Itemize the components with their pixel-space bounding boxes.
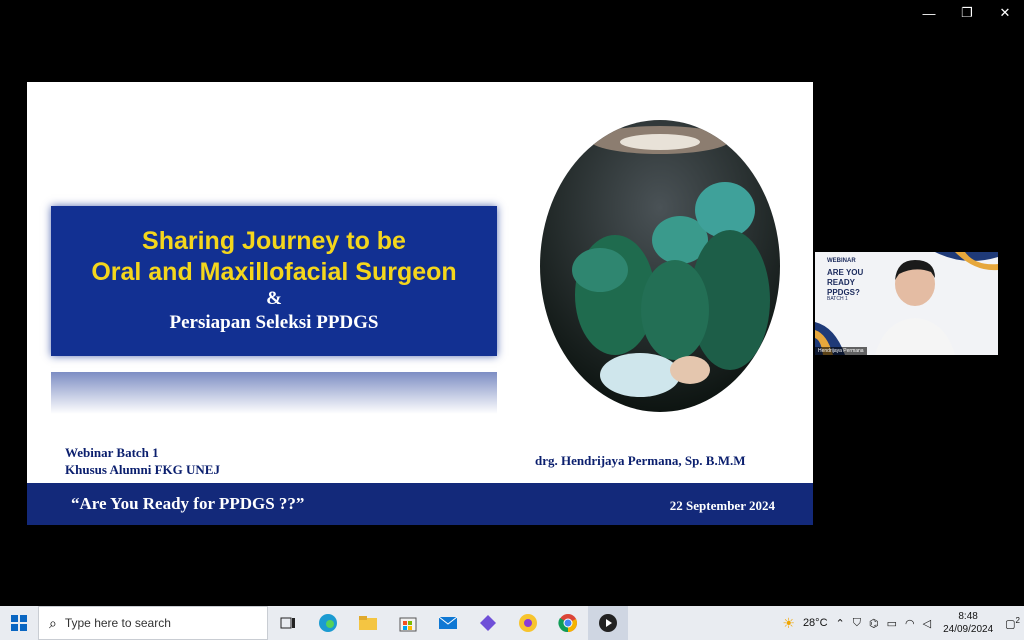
participant-video[interactable]: WEBINAR ARE YOU READY PPDGS? BATCH 1 Hen…: [815, 252, 998, 355]
chrome-icon[interactable]: [548, 606, 588, 640]
video-batch: BATCH 1: [827, 296, 848, 302]
alumni-line: Khusus Alumni FKG UNEJ: [65, 462, 220, 477]
presentation-slide: Sharing Journey to be Oral and Maxillofa…: [27, 82, 813, 525]
weather-icon[interactable]: ☀: [778, 615, 799, 632]
video-label: WEBINAR: [827, 258, 856, 264]
battery-icon[interactable]: ▭: [883, 617, 901, 630]
surgeons-photo: [540, 120, 780, 412]
wifi-icon[interactable]: ◠: [901, 617, 919, 630]
mail-icon[interactable]: [428, 606, 468, 640]
clock-time: 8:48: [958, 611, 978, 622]
volume-icon[interactable]: ◁: [919, 617, 935, 630]
clock[interactable]: 8:48 24/09/2024: [935, 610, 1001, 636]
taskbar: ⌕ Type here to search ☀ 28°C ⌃ ⛉ ⌬ ▭ ◠ ◁…: [0, 606, 1024, 640]
title-line-2: Oral and Maxillofacial Surgeon: [91, 258, 457, 286]
title-line-1: Sharing Journey to be: [142, 227, 406, 255]
slide-quote: “Are You Ready for PPDGS ??”: [71, 494, 305, 513]
ampersand: &: [266, 288, 282, 309]
participant-name: Hendrijaya Permana: [815, 347, 867, 355]
edge-icon[interactable]: [308, 606, 348, 640]
slide-date: 22 September 2024: [669, 498, 775, 513]
store-icon[interactable]: [388, 606, 428, 640]
network-icon[interactable]: ⌬: [865, 617, 883, 630]
title-box: Sharing Journey to be Oral and Maxillofa…: [51, 206, 497, 356]
search-input[interactable]: ⌕ Type here to search: [38, 606, 268, 640]
window-controls: — ❐ ✕: [910, 0, 1024, 26]
notification-icon[interactable]: ▢2: [1001, 616, 1024, 631]
task-view-icon[interactable]: [268, 606, 308, 640]
notification-count: 2: [1015, 615, 1020, 625]
webinar-batch: Webinar Batch 1: [65, 445, 159, 460]
webinar-info: Webinar Batch 1 Khusus Alumni FKG UNEJ: [65, 444, 220, 478]
slide-subtitle: Persiapan Seleksi PPDGS: [169, 312, 379, 333]
search-icon: ⌕: [49, 614, 57, 631]
windows-start-icon[interactable]: [0, 606, 38, 640]
temperature[interactable]: 28°C: [799, 617, 832, 629]
presenter-name: drg. Hendrijaya Permana, Sp. B.M.M: [535, 453, 746, 468]
chevron-up-icon[interactable]: ⌃: [832, 617, 849, 630]
shield-icon[interactable]: ⛉: [849, 617, 865, 630]
app-icon[interactable]: [468, 606, 508, 640]
media-player-icon[interactable]: [588, 606, 628, 640]
minimize-button[interactable]: —: [910, 0, 948, 26]
restore-button[interactable]: ❐: [948, 0, 986, 26]
system-tray: ☀ 28°C ⌃ ⛉ ⌬ ▭ ◠ ◁ 8:48 24/09/2024 ▢2: [778, 606, 1024, 640]
file-explorer-icon[interactable]: [348, 606, 388, 640]
video-title: ARE YOU READY PPDGS?: [827, 268, 864, 297]
app-icon-2[interactable]: [508, 606, 548, 640]
search-placeholder: Type here to search: [64, 616, 171, 630]
clock-date: 24/09/2024: [943, 624, 994, 635]
title-reflection: [51, 372, 497, 414]
close-button[interactable]: ✕: [986, 0, 1024, 26]
bottom-band: “Are You Ready for PPDGS ??” 22 Septembe…: [27, 483, 813, 525]
